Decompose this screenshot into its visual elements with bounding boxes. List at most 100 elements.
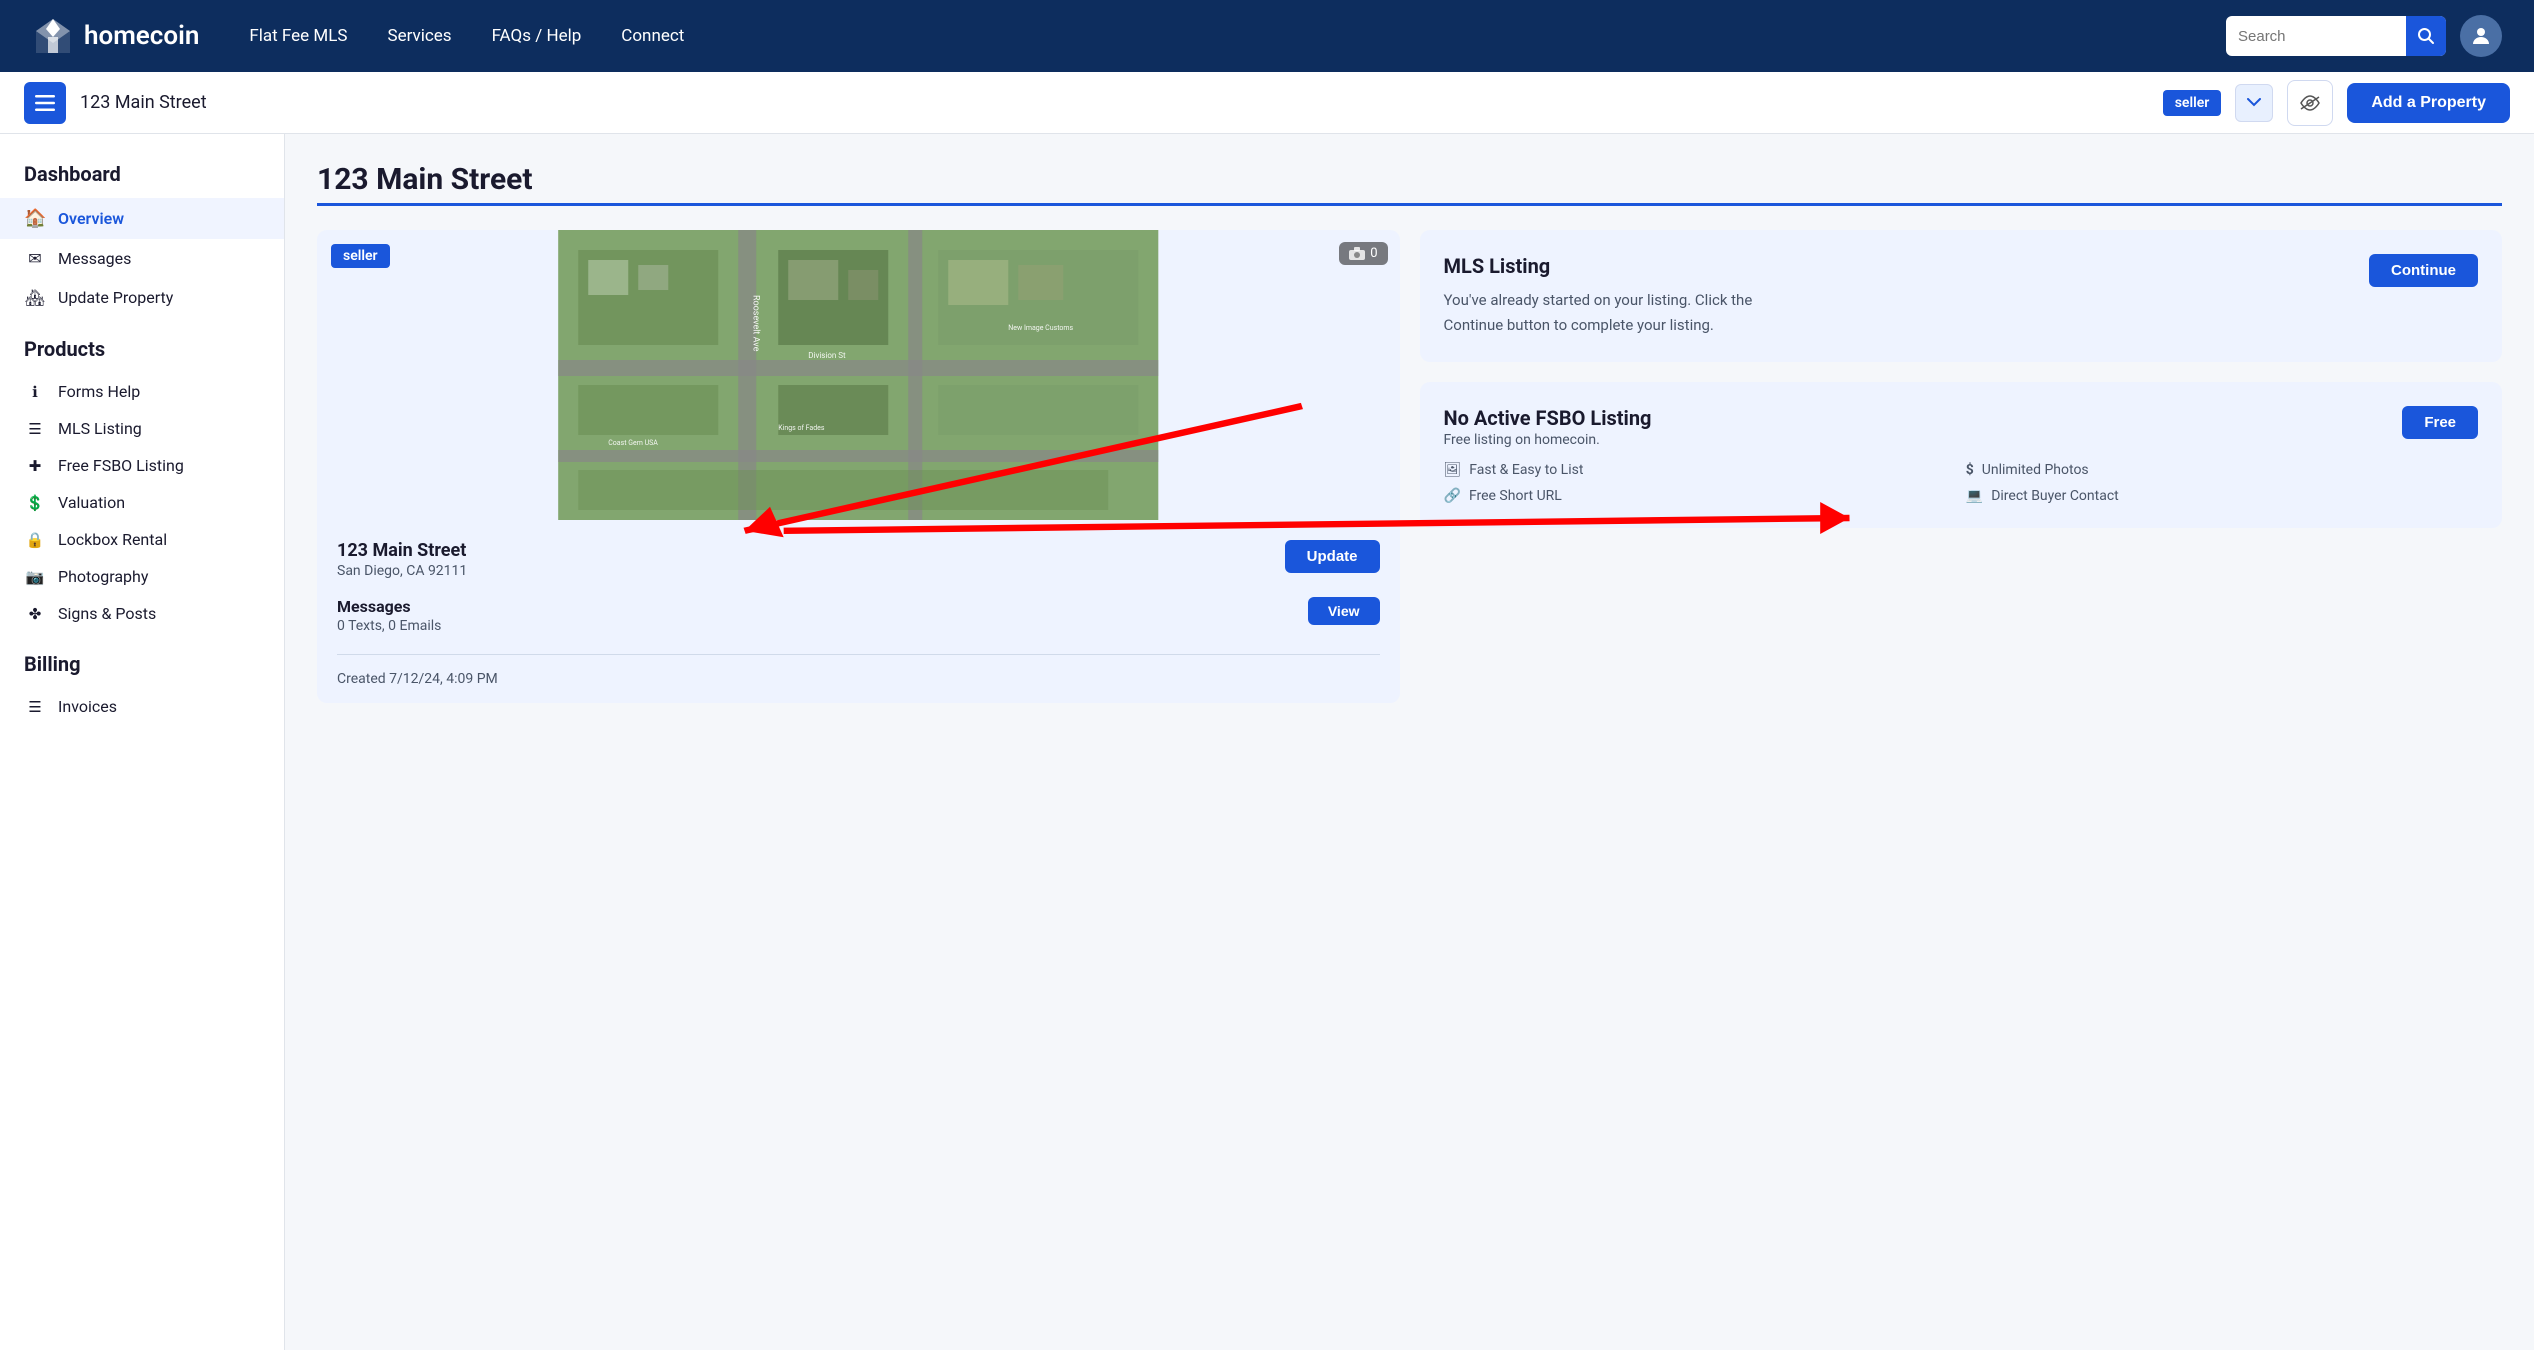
sidebar-item-update-property[interactable]: 🏘 Update Property (0, 278, 284, 317)
sidebar-item-lockbox[interactable]: 🔒 Lockbox Rental (0, 521, 284, 558)
unlimited-photos-icon: $ (1966, 462, 1974, 478)
sidebar-dashboard-title: Dashboard (0, 162, 284, 198)
property-info: 123 Main Street San Diego, CA 92111 Upda… (317, 520, 1400, 703)
camera-badge: 0 (1339, 242, 1387, 265)
sidebar-item-forms-help[interactable]: ℹ Forms Help (0, 373, 284, 410)
toolbar: 123 Main Street seller Add a Property (0, 72, 2534, 134)
mls-card-desc: You've already started on your listing. … (1444, 288, 1784, 338)
user-avatar[interactable] (2460, 15, 2502, 57)
svg-text:Coast Gem USA: Coast Gem USA (608, 439, 658, 447)
chevron-down-icon (2247, 98, 2261, 107)
property-address: 123 Main Street (337, 540, 467, 561)
messages-count: 0 Texts, 0 Emails (337, 618, 441, 634)
nav-right (2226, 15, 2502, 57)
camera-count: 0 (1370, 246, 1377, 261)
sidebar-messages-label: Messages (58, 249, 131, 268)
menu-button[interactable] (24, 82, 66, 124)
nav-faqs-help[interactable]: FAQs / Help (492, 26, 582, 46)
sidebar-lockbox-label: Lockbox Rental (58, 530, 167, 549)
update-property-icon: 🏘 (24, 288, 46, 307)
sidebar-mls-listing-label: MLS Listing (58, 419, 142, 438)
cards-grid: seller 0 (317, 230, 2502, 703)
valuation-icon: 💲 (24, 494, 46, 512)
photography-icon: 📷 (24, 568, 46, 586)
messages-label: Messages (337, 597, 441, 616)
svg-text:Division St: Division St (808, 351, 846, 360)
fsbo-feature-0: 🖼 Fast & Easy to List (1444, 462, 1956, 478)
created-date: Created 7/12/24, 4:09 PM (337, 654, 1380, 687)
free-fsbo-icon: ✚ (24, 457, 46, 475)
sidebar: Dashboard 🏠 Overview ✉ Messages 🏘 Update… (0, 134, 285, 1350)
right-column: MLS Listing You've already started on yo… (1420, 230, 2503, 703)
mls-listing-icon: ☰ (24, 420, 46, 438)
fast-easy-icon: 🖼 (1444, 462, 1462, 478)
messages-icon: ✉ (24, 249, 46, 268)
sidebar-item-signs-posts[interactable]: ✤ Signs & Posts (0, 595, 284, 632)
main-nav: homecoin Flat Fee MLS Services FAQs / He… (0, 0, 2534, 72)
logo[interactable]: homecoin (32, 15, 199, 57)
map-svg: Roosevelt Ave Division St Coast Gem USA … (317, 230, 1400, 520)
svg-text:Kings of Fades: Kings of Fades (778, 424, 825, 432)
sidebar-overview-label: Overview (58, 209, 124, 228)
sidebar-update-property-label: Update Property (58, 288, 173, 307)
fsbo-card-subtitle: Free listing on homecoin. (1444, 432, 1652, 448)
sidebar-item-photography[interactable]: 📷 Photography (0, 558, 284, 595)
dropdown-button[interactable] (2235, 84, 2273, 122)
svg-text:New Image Customs: New Image Customs (1008, 324, 1073, 332)
add-property-button[interactable]: Add a Property (2347, 83, 2510, 123)
sidebar-item-messages[interactable]: ✉ Messages (0, 239, 284, 278)
sidebar-item-mls-listing[interactable]: ☰ MLS Listing (0, 410, 284, 447)
nav-connect[interactable]: Connect (621, 26, 684, 46)
lockbox-icon: 🔒 (24, 531, 46, 549)
direct-buyer-icon: 💻 (1966, 488, 1983, 504)
sidebar-valuation-label: Valuation (58, 493, 125, 512)
property-city: San Diego, CA 92111 (337, 563, 467, 579)
content-area: 123 Main Street seller 0 (285, 134, 2534, 1350)
invoices-icon: ☰ (24, 698, 46, 716)
hamburger-icon (35, 95, 55, 111)
sidebar-item-invoices[interactable]: ☰ Invoices (0, 688, 284, 725)
free-button[interactable]: Free (2402, 406, 2478, 439)
sidebar-signs-posts-label: Signs & Posts (58, 604, 156, 623)
sidebar-free-fsbo-label: Free FSBO Listing (58, 456, 184, 475)
sidebar-invoices-label: Invoices (58, 697, 117, 716)
update-button[interactable]: Update (1285, 540, 1380, 573)
sidebar-photography-label: Photography (58, 567, 148, 586)
search-icon (2417, 27, 2435, 45)
search-button[interactable] (2406, 16, 2446, 56)
sidebar-forms-help-label: Forms Help (58, 382, 140, 401)
page-title: 123 Main Street (317, 162, 2502, 197)
seller-badge: seller (2163, 90, 2222, 116)
main-layout: Dashboard 🏠 Overview ✉ Messages 🏘 Update… (0, 134, 2534, 1350)
address-bar: 123 Main Street (80, 92, 2149, 113)
logo-text: homecoin (84, 21, 199, 51)
mls-card-title: MLS Listing (1444, 254, 1784, 278)
forms-help-icon: ℹ (24, 383, 46, 401)
search-container (2226, 16, 2446, 56)
home-icon: 🏠 (24, 208, 46, 229)
nav-services[interactable]: Services (387, 26, 451, 46)
map-area: seller 0 (317, 230, 1400, 520)
property-card: seller 0 (317, 230, 1400, 703)
nav-flat-fee-mls[interactable]: Flat Fee MLS (249, 26, 347, 46)
fsbo-feature-1: $ Unlimited Photos (1966, 462, 2478, 478)
continue-button[interactable]: Continue (2369, 254, 2478, 287)
nav-links: Flat Fee MLS Services FAQs / Help Connec… (249, 26, 684, 46)
title-underline (317, 203, 2502, 206)
view-button[interactable]: View (1308, 597, 1380, 625)
camera-icon (1349, 247, 1365, 260)
mls-card: MLS Listing You've already started on yo… (1420, 230, 2503, 362)
fsbo-card: No Active FSBO Listing Free listing on h… (1420, 382, 2503, 528)
sidebar-item-valuation[interactable]: 💲 Valuation (0, 484, 284, 521)
signs-posts-icon: ✤ (24, 605, 46, 623)
sidebar-item-free-fsbo[interactable]: ✚ Free FSBO Listing (0, 447, 284, 484)
sidebar-billing-title: Billing (0, 632, 284, 688)
user-icon (2469, 24, 2493, 48)
sidebar-item-overview[interactable]: 🏠 Overview (0, 198, 284, 239)
eye-button[interactable] (2287, 80, 2333, 126)
fsbo-feature-2: 🔗 Free Short URL (1444, 488, 1956, 504)
fsbo-features: 🖼 Fast & Easy to List $ Unlimited Photos… (1444, 462, 2479, 504)
search-input[interactable] (2226, 20, 2406, 53)
svg-text:Roosevelt Ave: Roosevelt Ave (750, 295, 760, 352)
logo-icon (32, 15, 74, 57)
